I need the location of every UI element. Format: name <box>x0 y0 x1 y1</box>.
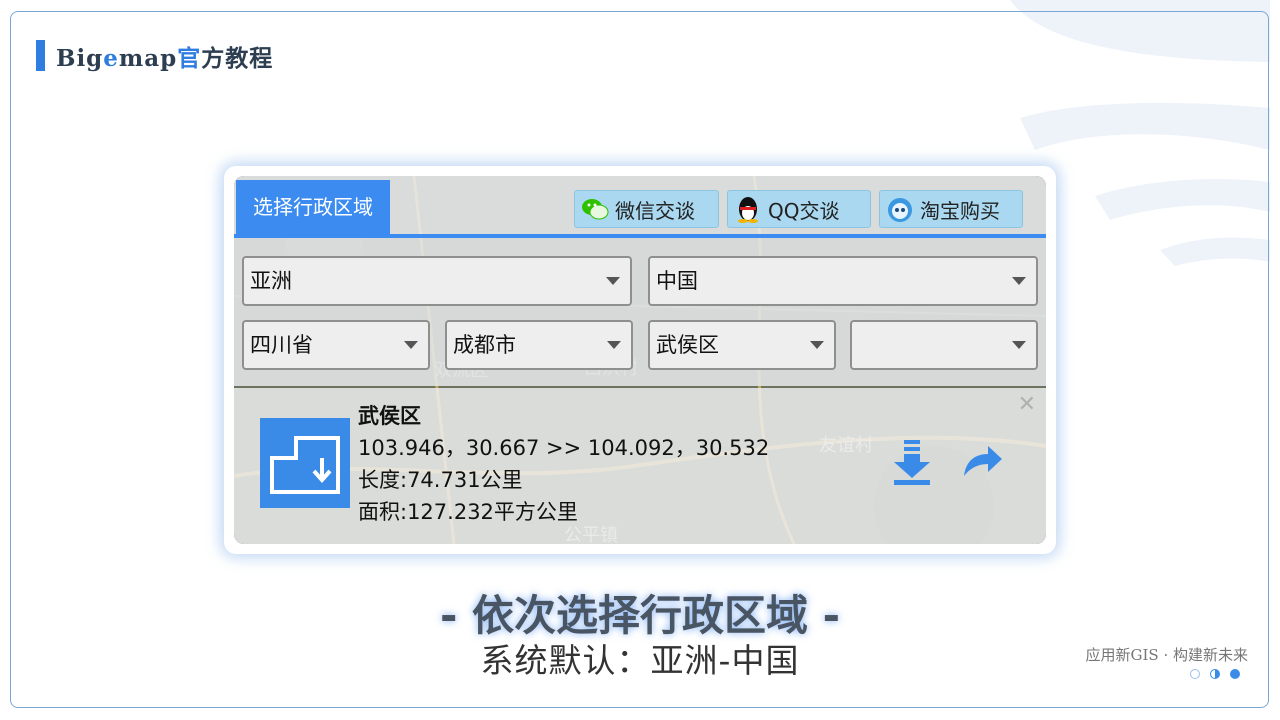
chevron-down-icon <box>404 341 418 349</box>
chevron-down-icon <box>810 341 824 349</box>
country-select-value: 中国 <box>656 269 698 293</box>
brand-header: Bigemap官方教程 <box>36 40 274 72</box>
page-dot[interactable] <box>1190 669 1200 679</box>
taobao-buy-label: 淘宝购买 <box>920 198 1000 223</box>
chevron-down-icon <box>1012 277 1026 285</box>
brand-title: Bigemap官方教程 <box>56 44 274 72</box>
screenshot-card: 西洪村友谊村公平镇双流区 选择行政区域 微信交谈 QQ交谈 淘宝购买 <box>224 166 1056 554</box>
qq-chat-label: QQ交谈 <box>768 198 840 223</box>
chevron-down-icon <box>1012 341 1026 349</box>
wechat-chat-label: 微信交谈 <box>615 198 695 223</box>
region-info-text: 武侯区 103.946，30.667 >> 104.092，30.532 长度:… <box>358 400 769 528</box>
tab-select-region[interactable]: 选择行政区域 <box>236 180 390 234</box>
close-icon[interactable]: ✕ <box>1018 394 1036 416</box>
city-select[interactable]: 成都市 <box>445 320 633 370</box>
continent-select[interactable]: 亚洲 <box>242 256 632 306</box>
share-icon[interactable] <box>960 438 1004 486</box>
city-select-value: 成都市 <box>453 333 516 357</box>
district-select[interactable]: 武侯区 <box>648 320 836 370</box>
region-area: 面积:127.232平方公里 <box>358 500 578 524</box>
street-select[interactable] <box>850 320 1038 370</box>
qq-penguin-icon <box>734 195 762 223</box>
footer-slogan: 应用新GIS · 构建新未来 <box>1085 646 1249 664</box>
wechat-chat-button[interactable]: 微信交谈 <box>574 190 719 228</box>
page-dot-active[interactable] <box>1230 669 1240 679</box>
province-select-value: 四川省 <box>250 333 313 357</box>
taobao-buy-button[interactable]: 淘宝购买 <box>879 190 1023 228</box>
region-name: 武侯区 <box>358 404 421 428</box>
chevron-down-icon <box>607 341 621 349</box>
taobao-icon <box>886 195 914 223</box>
region-coordinates: 103.946，30.667 >> 104.092，30.532 <box>358 436 770 460</box>
region-select-group: 亚洲 中国 四川省 成都市 武侯区 <box>234 238 1046 386</box>
district-select-value: 武侯区 <box>656 333 719 357</box>
region-selector-panel: 西洪村友谊村公平镇双流区 选择行政区域 微信交谈 QQ交谈 淘宝购买 <box>234 176 1046 544</box>
wechat-icon <box>581 195 609 223</box>
brand-accent-bar <box>36 40 45 71</box>
continent-select-value: 亚洲 <box>250 269 292 293</box>
page-indicator <box>1190 669 1240 679</box>
region-length: 长度:74.731公里 <box>358 468 523 492</box>
region-download-icon[interactable] <box>260 418 350 508</box>
province-select[interactable]: 四川省 <box>242 320 430 370</box>
chevron-down-icon <box>606 277 620 285</box>
region-info-popup: 武侯区 103.946，30.667 >> 104.092，30.532 长度:… <box>234 388 1046 544</box>
qq-chat-button[interactable]: QQ交谈 <box>727 190 871 228</box>
page-dot[interactable] <box>1210 669 1220 679</box>
download-icon[interactable] <box>890 438 934 486</box>
country-select[interactable]: 中国 <box>648 256 1038 306</box>
tab-bar: 选择行政区域 微信交谈 QQ交谈 淘宝购买 <box>234 176 1046 238</box>
